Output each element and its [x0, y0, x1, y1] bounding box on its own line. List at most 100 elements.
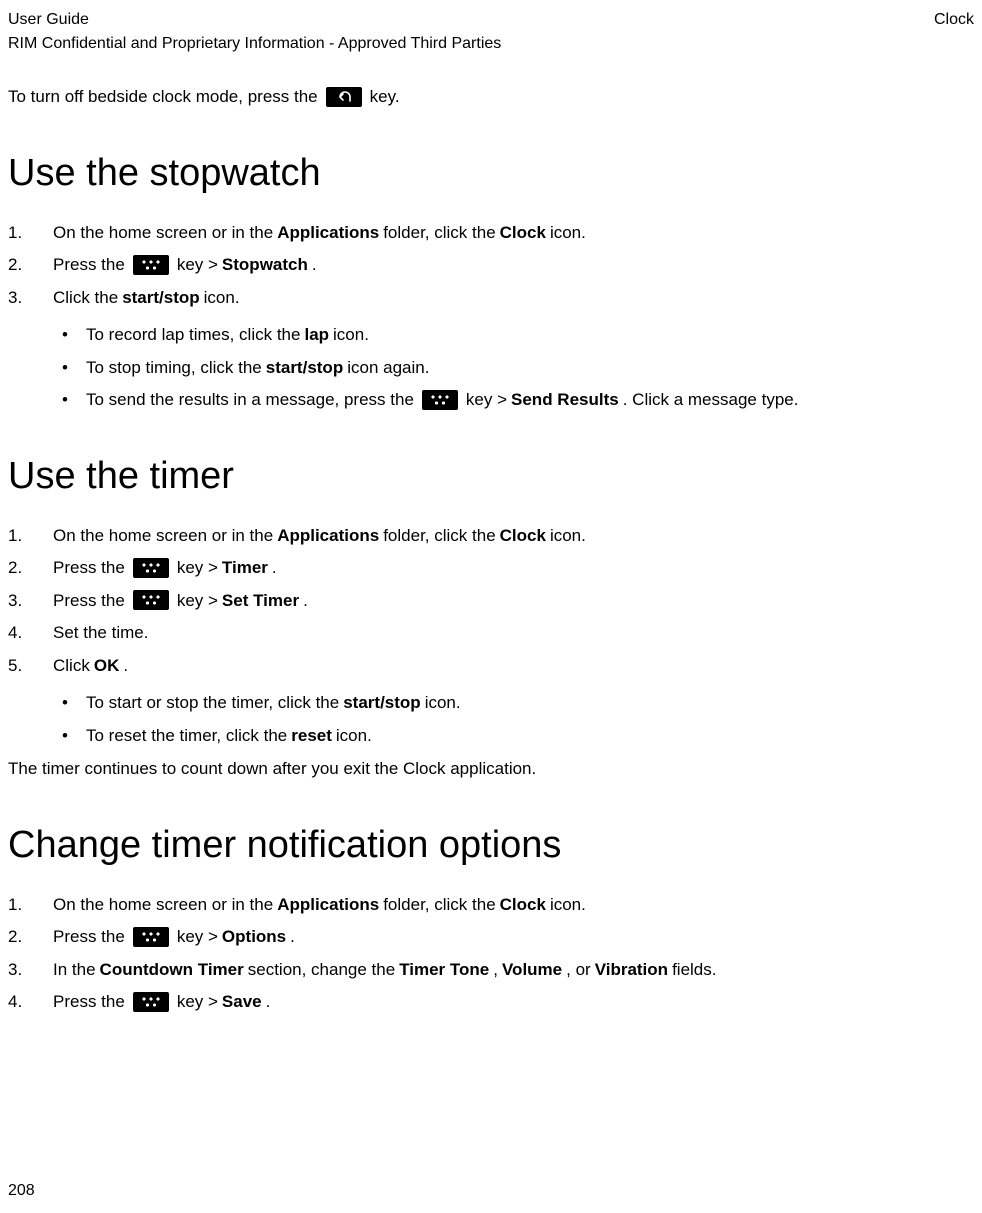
bold-text: Applications [277, 892, 379, 918]
bullet-text: key > [466, 387, 507, 413]
bold-text: Clock [500, 523, 546, 549]
step-text: , or [566, 957, 591, 983]
step-text: key > [177, 924, 218, 950]
step-number: 3. [8, 588, 22, 614]
bold-text: Timer Tone [399, 957, 489, 983]
bullet-text: icon. [336, 723, 372, 749]
list-item: To start or stop the timer, click the st… [8, 690, 974, 716]
step-number: 4. [8, 620, 22, 646]
bold-text: Clock [500, 892, 546, 918]
step-text: On the home screen or in the [53, 220, 273, 246]
timer-steps: 1. On the home screen or in the Applicat… [8, 523, 974, 679]
step-text: folder, click the [383, 523, 495, 549]
menu-key-icon [133, 927, 169, 947]
bullet-text: To record lap times, click the [86, 322, 300, 348]
bullet-text: To stop timing, click the [86, 355, 262, 381]
page-number: 208 [8, 1179, 35, 1203]
step-text: fields. [672, 957, 716, 983]
bold-text: Save [222, 989, 262, 1015]
step-number: 2. [8, 555, 22, 581]
bullet-text: icon. [425, 690, 461, 716]
step-text: icon. [550, 220, 586, 246]
step-text: . [303, 588, 308, 614]
step-text: key > [177, 252, 218, 278]
bold-text: Vibration [595, 957, 668, 983]
step-text: Press the [53, 252, 125, 278]
step-text: icon. [550, 892, 586, 918]
list-item: 2. Press the key > Stopwatch. [8, 252, 974, 278]
notifications-heading: Change timer notification options [8, 817, 974, 874]
step-number: 3. [8, 285, 22, 311]
list-item: 2. Press the key > Timer. [8, 555, 974, 581]
step-number: 1. [8, 892, 22, 918]
bullet-text: icon again. [347, 355, 429, 381]
intro-text-pre: To turn off bedside clock mode, press th… [8, 84, 318, 110]
step-text: Press the [53, 989, 125, 1015]
step-text: . [123, 653, 128, 679]
step-number: 2. [8, 252, 22, 278]
list-item: 2. Press the key > Options. [8, 924, 974, 950]
bold-text: start/stop [343, 690, 420, 716]
step-text: On the home screen or in the [53, 892, 273, 918]
header-left: User Guide RIM Confidential and Propriet… [8, 8, 501, 56]
step-text: On the home screen or in the [53, 523, 273, 549]
bold-text: lap [304, 322, 329, 348]
step-text: . [290, 924, 295, 950]
bullet-text: To reset the timer, click the [86, 723, 287, 749]
step-text: , [493, 957, 498, 983]
bold-text: Stopwatch [222, 252, 308, 278]
bold-text: Send Results [511, 387, 619, 413]
bullet-text: . Click a message type. [623, 387, 799, 413]
menu-key-icon [133, 255, 169, 275]
list-item: 3. Click the start/stop icon. [8, 285, 974, 311]
bullet-text: To send the results in a message, press … [86, 387, 414, 413]
bold-text: Timer [222, 555, 268, 581]
step-number: 2. [8, 924, 22, 950]
step-number: 1. [8, 523, 22, 549]
list-item: 3. In the Countdown Timer section, chang… [8, 957, 974, 983]
step-text: . [312, 252, 317, 278]
intro-text-post: key. [370, 84, 400, 110]
step-text: . [266, 989, 271, 1015]
bold-text: Options [222, 924, 286, 950]
list-item: To reset the timer, click the reset icon… [8, 723, 974, 749]
menu-key-icon [422, 390, 458, 410]
menu-key-icon [133, 992, 169, 1012]
list-item: To send the results in a message, press … [8, 387, 974, 413]
list-item: 4. Set the time. [8, 620, 974, 646]
timer-heading: Use the timer [8, 448, 974, 505]
list-item: To stop timing, click the start/stop ico… [8, 355, 974, 381]
bold-text: Applications [277, 220, 379, 246]
confidential-notice: RIM Confidential and Proprietary Informa… [8, 32, 501, 56]
step-text: section, change the [248, 957, 395, 983]
list-item: 4. Press the key > Save. [8, 989, 974, 1015]
bullet-text: icon. [333, 322, 369, 348]
step-text: Click [53, 653, 90, 679]
step-number: 4. [8, 989, 22, 1015]
bold-text: Volume [502, 957, 562, 983]
page-header: User Guide RIM Confidential and Propriet… [8, 8, 974, 56]
timer-bullets: To start or stop the timer, click the st… [8, 690, 974, 748]
intro-paragraph: To turn off bedside clock mode, press th… [8, 84, 974, 110]
list-item: 1. On the home screen or in the Applicat… [8, 892, 974, 918]
stopwatch-bullets: To record lap times, click the lap icon.… [8, 322, 974, 413]
step-text: key > [177, 588, 218, 614]
step-text: In the [53, 957, 96, 983]
bold-text: OK [94, 653, 120, 679]
bold-text: Countdown Timer [100, 957, 244, 983]
step-text: Press the [53, 924, 125, 950]
step-text: Press the [53, 588, 125, 614]
list-item: 1. On the home screen or in the Applicat… [8, 220, 974, 246]
list-item: 3. Press the key > Set Timer. [8, 588, 974, 614]
back-key-icon [326, 87, 362, 107]
step-text: folder, click the [383, 892, 495, 918]
bold-text: start/stop [266, 355, 343, 381]
step-number: 3. [8, 957, 22, 983]
bold-text: reset [291, 723, 332, 749]
step-text: icon. [204, 285, 240, 311]
step-text: . [272, 555, 277, 581]
step-text: icon. [550, 523, 586, 549]
bold-text: start/stop [122, 285, 199, 311]
step-text: Set the time. [53, 620, 148, 646]
list-item: 5. Click OK. [8, 653, 974, 679]
